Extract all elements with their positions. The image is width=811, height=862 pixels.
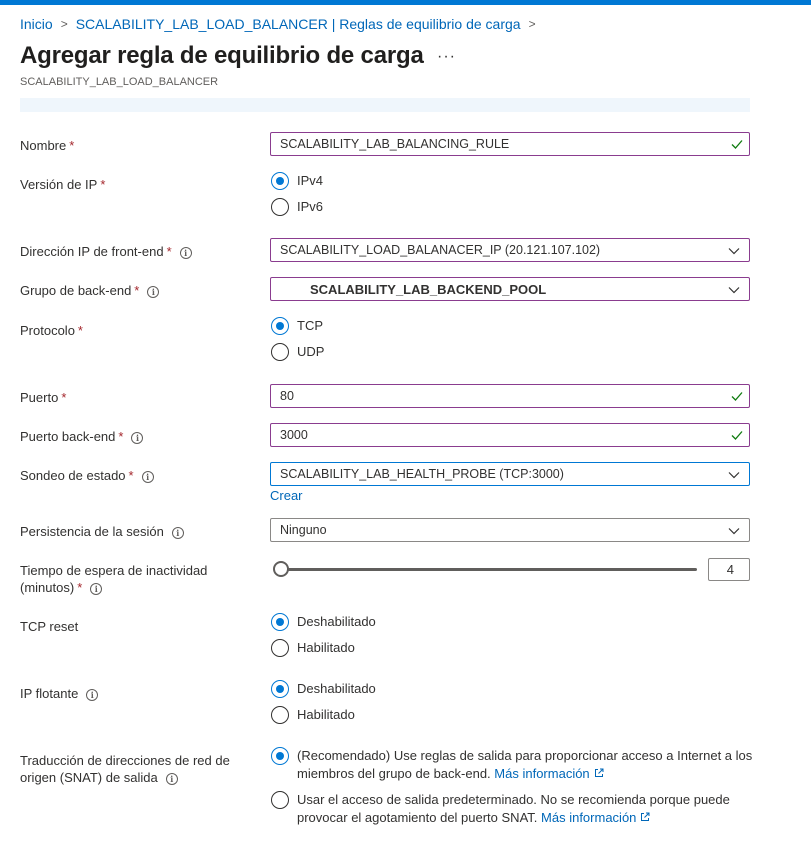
idle-timeout-input[interactable]: 4 (708, 558, 750, 581)
info-icon[interactable]: i (131, 431, 144, 444)
name-label: Nombre * (20, 138, 75, 153)
snat-default-outbound-radio[interactable]: Usar el acceso de salida predeterminado.… (271, 791, 757, 827)
backend-port-label: Puerto back-end * i (20, 428, 144, 445)
snat-outbound-rules-radio[interactable]: (Recomendado) Use reglas de salida para … (271, 747, 757, 783)
port-input[interactable]: 80 (270, 384, 750, 408)
chevron-down-icon (728, 248, 740, 255)
radio-unselected-icon (271, 198, 289, 216)
page-subtitle: SCALABILITY_LAB_LOAD_BALANCER (20, 76, 219, 88)
floating-ip-label: IP flotante i (20, 685, 99, 702)
port-label: Puerto * (20, 390, 67, 405)
session-persistence-dropdown[interactable]: Ninguno (270, 518, 750, 542)
external-link-icon (594, 768, 604, 777)
ip-version-label: Versión de IP * (20, 177, 106, 192)
required-marker: * (118, 429, 124, 444)
breadcrumb: Inicio > SCALABILITY_LAB_LOAD_BALANCER |… (20, 16, 544, 32)
required-marker: * (100, 177, 106, 192)
radio-selected-icon (271, 680, 289, 698)
radio-selected-icon (271, 317, 289, 335)
breadcrumb-home-link[interactable]: Inicio (20, 16, 53, 32)
backend-pool-label: Grupo de back-end * i (20, 282, 160, 299)
external-link-icon (641, 812, 650, 821)
info-icon[interactable]: i (90, 582, 103, 595)
more-info-link[interactable]: Más información (541, 810, 650, 825)
protocol-tcp-radio[interactable]: TCP (271, 317, 757, 335)
ip-version-ipv4-radio[interactable]: IPv4 (271, 172, 757, 190)
floating-ip-enabled-radio[interactable]: Habilitado (271, 706, 757, 724)
breadcrumb-parent-link[interactable]: SCALABILITY_LAB_LOAD_BALANCER | Reglas d… (76, 16, 521, 32)
required-marker: * (77, 323, 83, 338)
more-info-link[interactable]: Más información (494, 766, 604, 781)
info-icon[interactable]: i (179, 246, 192, 259)
chevron-down-icon (728, 528, 740, 535)
info-icon[interactable]: i (141, 470, 154, 483)
checkmark-icon (731, 431, 743, 440)
info-icon[interactable]: i (147, 285, 160, 298)
create-health-probe-link[interactable]: Crear (270, 488, 303, 503)
info-icon[interactable]: i (171, 526, 184, 539)
idle-timeout-slider-thumb[interactable] (273, 561, 289, 577)
required-marker: * (134, 283, 140, 298)
protocol-label: Protocolo * (20, 323, 83, 338)
radio-selected-icon (271, 172, 289, 190)
checkmark-icon (731, 392, 743, 401)
radio-unselected-icon (271, 706, 289, 724)
tcp-reset-disabled-radio[interactable]: Deshabilitado (271, 613, 757, 631)
radio-unselected-icon (271, 343, 289, 361)
radio-selected-icon (271, 747, 289, 765)
chevron-down-icon (728, 472, 740, 479)
name-input[interactable]: SCALABILITY_LAB_BALANCING_RULE (270, 132, 750, 156)
backend-pool-dropdown[interactable]: SCALABILITY_LAB_BACKEND_POOL (270, 277, 750, 301)
info-icon[interactable]: i (165, 772, 178, 785)
floating-ip-disabled-radio[interactable]: Deshabilitado (271, 680, 757, 698)
health-probe-dropdown[interactable]: SCALABILITY_LAB_HEALTH_PROBE (TCP:3000) (270, 462, 750, 486)
backend-port-input[interactable]: 3000 (270, 423, 750, 447)
session-persistence-label: Persistencia de la sesión i (20, 523, 184, 540)
more-options-icon[interactable]: ··· (437, 48, 456, 66)
radio-selected-icon (271, 613, 289, 631)
required-marker: * (69, 138, 75, 153)
chevron-right-icon: > (528, 17, 536, 31)
frontend-ip-dropdown[interactable]: SCALABILITY_LOAD_BALANACER_IP (20.121.10… (270, 238, 750, 262)
required-marker: * (61, 390, 67, 405)
radio-unselected-icon (271, 639, 289, 657)
required-marker: * (77, 580, 83, 595)
required-marker: * (166, 244, 172, 259)
protocol-udp-radio[interactable]: UDP (271, 343, 757, 361)
idle-timeout-slider-track[interactable] (281, 568, 697, 571)
chevron-right-icon: > (60, 17, 68, 31)
info-icon[interactable]: i (86, 688, 99, 701)
idle-timeout-label: Tiempo de espera de inactividad (minutos… (20, 563, 208, 595)
snat-label: Traducción de direcciones de red de orig… (20, 753, 230, 785)
top-accent-bar (0, 0, 811, 5)
required-marker: * (128, 468, 134, 483)
health-probe-label: Sondeo de estado * i (20, 467, 154, 484)
info-banner (20, 98, 750, 112)
chevron-down-icon (728, 287, 740, 294)
frontend-ip-label: Dirección IP de front-end * i (20, 243, 192, 260)
radio-unselected-icon (271, 791, 289, 809)
tcp-reset-enabled-radio[interactable]: Habilitado (271, 639, 757, 657)
page-title: Agregar regla de equilibrio de carga (20, 42, 424, 69)
checkmark-icon (731, 140, 743, 149)
tcp-reset-label: TCP reset (20, 619, 79, 634)
ip-version-ipv6-radio[interactable]: IPv6 (271, 198, 757, 216)
